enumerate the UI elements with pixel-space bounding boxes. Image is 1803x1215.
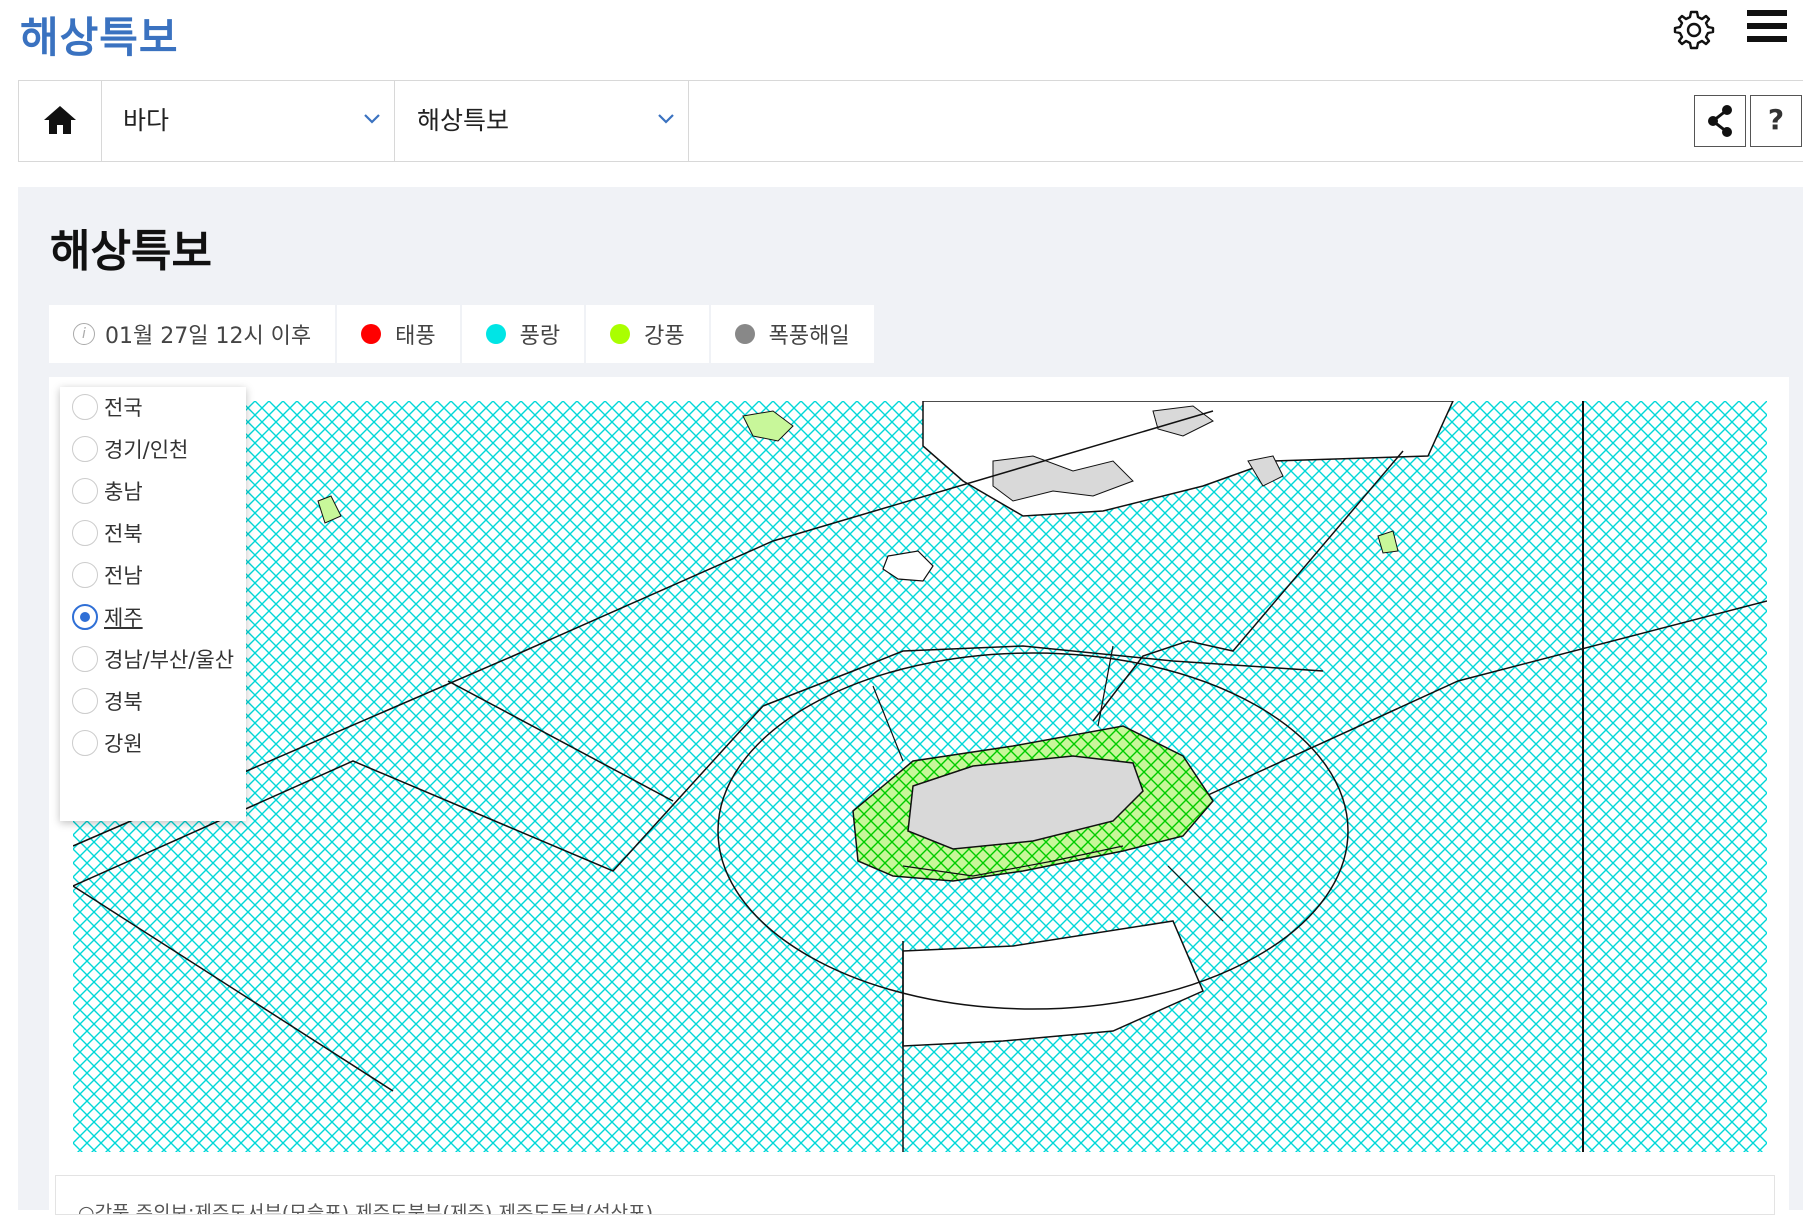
legend-item-rough-seas: 풍랑 [461,305,587,363]
radio-button-selected[interactable] [72,604,98,630]
main-panel: 해상특보 i 01월 27일 12시 이후 태풍 풍랑 강풍 폭풍해일 전국 경… [18,187,1803,1210]
chevron-down-icon [364,114,380,124]
region-option-jeju[interactable]: 제주 [72,597,143,637]
region-option-gyeonggi-incheon[interactable]: 경기/인천 [72,429,188,469]
region-option-jeonbuk[interactable]: 전북 [72,513,143,553]
region-option-gangwon[interactable]: 강원 [72,723,143,763]
legend-time: i 01월 27일 12시 이후 [49,305,338,363]
gray-dot-icon [734,324,755,344]
category-select[interactable]: 바다 [101,81,395,161]
chevron-down-icon [658,114,674,124]
home-icon [44,106,76,134]
radio-button[interactable] [72,520,98,546]
subcategory-select[interactable]: 해상특보 [395,81,689,161]
warning-summary: ○강풍 주의보:제주도서부(모슬포),제주도북부(제주),제주도동부(성산포) [55,1175,1775,1215]
category-select-value: 바다 [123,106,170,135]
legend-item-label: 폭풍해일 [768,324,850,349]
region-option-chungnam[interactable]: 충남 [72,471,143,511]
info-icon: i [73,323,95,345]
share-icon [1708,105,1732,137]
green-dot-icon [610,324,631,344]
radio-button[interactable] [72,478,98,504]
radio-button[interactable] [72,730,98,756]
region-option-nationwide[interactable]: 전국 [72,387,143,427]
app-title[interactable]: 해상특보 [20,4,179,65]
radio-button[interactable] [72,646,98,672]
radio-button[interactable] [72,562,98,588]
home-button[interactable] [19,81,102,161]
legend-item-typhoon: 태풍 [337,305,462,363]
hamburger-menu-icon[interactable] [1747,10,1787,50]
legend-item-storm-surge: 폭풍해일 [710,305,876,363]
warning-map[interactable]: 전국 경기/인천 충남 전북 전남 제주 경남/부산/울산 경북 강원 [49,377,1789,1210]
marine-warning-map [73,401,1767,1152]
warning-summary-text: ○강풍 주의보:제주도서부(모슬포),제주도북부(제주),제주도동부(성산포) [78,1202,654,1215]
legend-item-label: 태풍 [395,324,436,349]
legend-item-label: 풍랑 [519,324,561,349]
radio-button[interactable] [72,688,98,714]
region-option-gyeongbuk[interactable]: 경북 [72,681,143,721]
region-option-jeonnam[interactable]: 전남 [72,555,143,595]
legend-time-label: 01월 27일 12시 이후 [105,324,312,349]
warning-legend: i 01월 27일 12시 이후 태풍 풍랑 강풍 폭풍해일 [49,305,876,363]
help-button[interactable]: ? [1750,95,1802,147]
top-bar: 해상특보 [0,0,1803,80]
page-title: 해상특보 [50,226,212,277]
cyan-dot-icon [485,324,506,344]
red-dot-icon [361,324,382,344]
region-option-gyeongnam-busan-ulsan[interactable]: 경남/부산/울산 [72,639,234,679]
navigation-bar: 바다 해상특보 ? [18,80,1803,162]
region-selector: 전국 경기/인천 충남 전북 전남 제주 경남/부산/울산 경북 강원 [60,387,246,821]
share-button[interactable] [1694,95,1746,147]
legend-item-label: 강풍 [644,324,685,349]
legend-item-gale: 강풍 [586,305,711,363]
subcategory-select-value: 해상특보 [417,106,510,135]
radio-button[interactable] [72,394,98,420]
radio-button[interactable] [72,436,98,462]
gear-icon[interactable] [1672,8,1716,52]
